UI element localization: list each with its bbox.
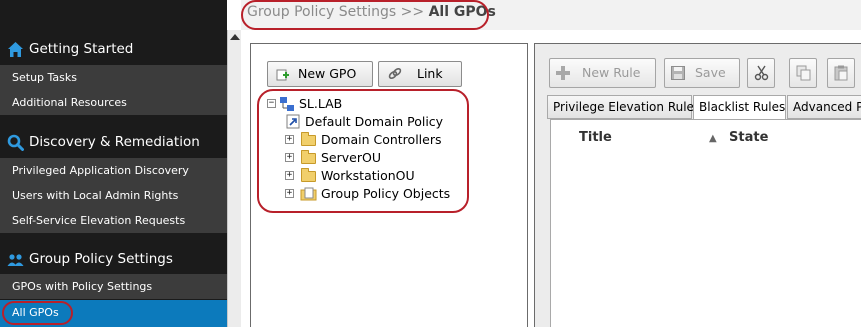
- nav-item-label: Users with Local Admin Rights: [12, 189, 179, 202]
- new-gpo-label: New GPO: [298, 66, 357, 81]
- folder-icon: [301, 168, 316, 182]
- tree-node-label: Default Domain Policy: [305, 114, 444, 129]
- gpo-link-icon: [286, 114, 300, 129]
- tree-node-label: Group Policy Objects: [321, 186, 451, 201]
- tree-node-serverou[interactable]: + ServerOU: [285, 149, 485, 166]
- nav-item-privileged-application-discovery[interactable]: Privileged Application Discovery: [0, 158, 227, 183]
- nav-item-label: Self-Service Elevation Requests: [12, 214, 186, 227]
- nav-section-discovery-remediation[interactable]: Discovery & Remediation: [0, 126, 227, 159]
- tree-node-label: Domain Controllers: [321, 132, 442, 147]
- nav-item-all-gpos[interactable]: All GPOs: [0, 300, 227, 327]
- collapse-icon[interactable]: −: [267, 99, 276, 108]
- nav-section-title: Group Policy Settings: [29, 251, 173, 267]
- tab-advanced-policy[interactable]: Advanced Po: [787, 95, 861, 119]
- tree-node-label: WorkstationOU: [321, 168, 415, 183]
- expand-icon[interactable]: +: [285, 171, 294, 180]
- expand-icon[interactable]: +: [285, 135, 294, 144]
- breadcrumb-separator: >>: [400, 4, 425, 20]
- tab-label: Blacklist Rules: [699, 100, 786, 114]
- nav-section-group-policy-settings[interactable]: Group Policy Settings: [0, 243, 227, 276]
- tree-node-label: ServerOU: [321, 150, 381, 165]
- save-icon: [671, 66, 685, 80]
- domain-icon: [280, 97, 294, 111]
- tab-label: Advanced Po: [793, 100, 861, 114]
- nav-item-additional-resources[interactable]: Additional Resources: [0, 90, 227, 115]
- tree-node-domain-controllers[interactable]: + Domain Controllers: [285, 131, 485, 148]
- new-gpo-icon: [276, 69, 289, 81]
- nav-scrollbar[interactable]: [227, 30, 241, 327]
- tree-node-group-policy-objects[interactable]: + Group Policy Objects: [285, 185, 485, 202]
- tab-blacklist-rules[interactable]: Blacklist Rules: [693, 95, 786, 120]
- copy-icon: [796, 65, 811, 81]
- users-icon: [7, 254, 24, 266]
- nav-section-title: Getting Started: [29, 41, 134, 57]
- tab-privilege-elevation-rules[interactable]: Privilege Elevation Rules: [547, 95, 700, 119]
- save-button[interactable]: Save: [664, 58, 740, 88]
- home-icon: [8, 42, 23, 57]
- nav-section-title: Discovery & Remediation: [29, 134, 200, 150]
- link-icon: [388, 67, 402, 80]
- breadcrumb-parent[interactable]: Group Policy Settings: [247, 4, 396, 20]
- tree-node-label: SL.LAB: [299, 96, 343, 111]
- gpo-container-icon: [300, 187, 317, 201]
- expand-icon[interactable]: +: [285, 189, 294, 198]
- nav-item-label: Additional Resources: [12, 96, 127, 109]
- paste-icon: [834, 65, 848, 81]
- breadcrumb-text: Group Policy Settings >> All GPOs: [247, 4, 496, 20]
- nav-item-label: Setup Tasks: [12, 71, 77, 84]
- link-label: Link: [417, 66, 443, 81]
- nav-section-getting-started[interactable]: Getting Started: [0, 33, 227, 66]
- rules-grid: Title ▲ State: [550, 119, 861, 327]
- scissors-icon: [754, 65, 769, 81]
- breadcrumb-current: All GPOs: [428, 4, 496, 20]
- link-button[interactable]: Link: [378, 61, 462, 87]
- nav-item-gpos-with-policy-settings[interactable]: GPOs with Policy Settings: [0, 274, 227, 299]
- sort-arrow-icon[interactable]: ▲: [709, 133, 717, 144]
- rules-panel: New Rule Save Privilege Elevation Rules …: [534, 43, 861, 327]
- expand-icon[interactable]: +: [285, 153, 294, 162]
- folder-icon: [301, 132, 316, 146]
- nav-item-label: All GPOs: [12, 306, 59, 319]
- column-header-state[interactable]: State: [729, 130, 768, 145]
- new-rule-button[interactable]: New Rule: [549, 58, 656, 88]
- gpo-tree-panel: New GPO Link − SL.LAB Default Domain Pol: [250, 43, 528, 327]
- copy-button[interactable]: [789, 58, 817, 88]
- tree-node-workstationou[interactable]: + WorkstationOU: [285, 167, 485, 184]
- breadcrumb: Group Policy Settings >> All GPOs: [241, 0, 861, 30]
- column-header-title[interactable]: Title: [579, 130, 612, 145]
- nav-item-self-service-elevation[interactable]: Self-Service Elevation Requests: [0, 208, 227, 233]
- cut-button[interactable]: [747, 58, 775, 88]
- save-label: Save: [695, 65, 726, 80]
- nav-item-setup-tasks[interactable]: Setup Tasks: [0, 65, 227, 90]
- nav-item-label: Privileged Application Discovery: [12, 164, 189, 177]
- scroll-up-arrow-icon[interactable]: [230, 34, 240, 40]
- tree-node-root[interactable]: − SL.LAB: [265, 95, 395, 112]
- new-rule-label: New Rule: [582, 65, 641, 80]
- plus-icon: [556, 66, 570, 80]
- folder-icon: [301, 150, 316, 164]
- navigation-sidebar: Getting Started Setup Tasks Additional R…: [0, 0, 227, 327]
- nav-item-users-local-admin[interactable]: Users with Local Admin Rights: [0, 183, 227, 208]
- paste-button[interactable]: [827, 58, 855, 88]
- nav-item-label: GPOs with Policy Settings: [12, 280, 153, 293]
- search-icon: [7, 134, 24, 151]
- tab-label: Privilege Elevation Rules: [553, 100, 701, 114]
- new-gpo-button[interactable]: New GPO: [267, 61, 373, 87]
- tree-node-default-domain-policy[interactable]: Default Domain Policy: [285, 113, 485, 130]
